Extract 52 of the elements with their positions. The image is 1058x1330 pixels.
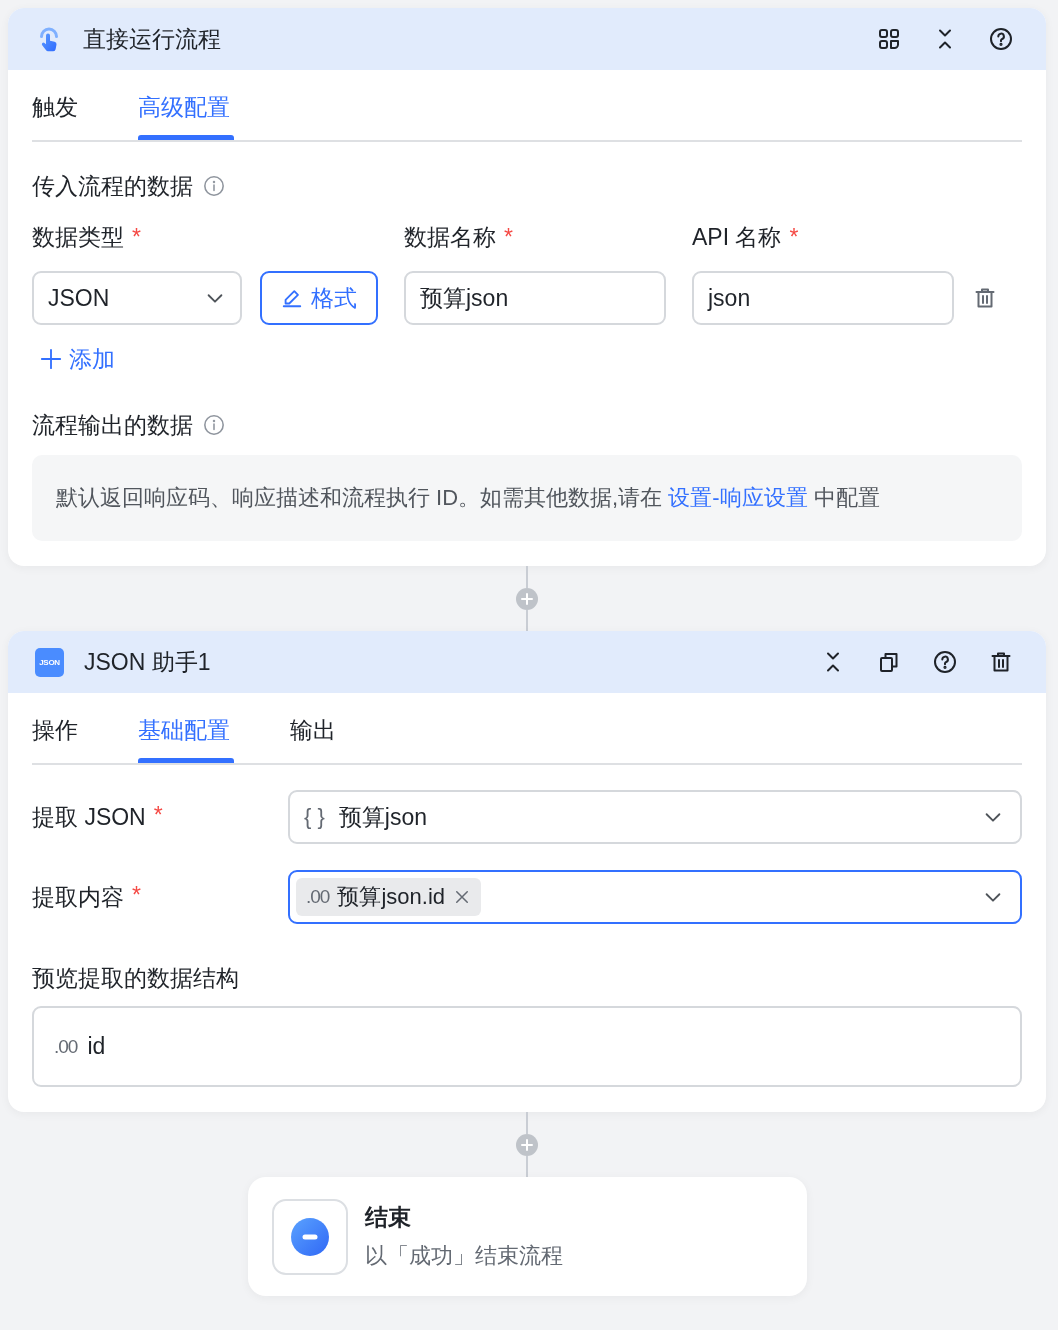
grid-icon[interactable]: [877, 27, 901, 51]
close-icon[interactable]: [453, 888, 471, 906]
response-settings-link[interactable]: 设置-响应设置: [668, 485, 808, 510]
section-title: 流程输出的数据: [32, 411, 193, 440]
tab[interactable]: 操作: [32, 693, 82, 763]
tag-label: 预算json.id: [337, 883, 445, 911]
column-label: API 名称: [692, 223, 782, 252]
node-title: 直接运行流程: [83, 24, 222, 54]
section-title: 传入流程的数据: [32, 172, 193, 201]
format-button[interactable]: 格式: [260, 271, 378, 325]
copy-icon[interactable]: [877, 650, 901, 674]
required-mark: *: [132, 881, 141, 910]
data-name-input[interactable]: 预算json: [404, 271, 666, 325]
connector-line: [526, 1112, 528, 1134]
tab[interactable]: 基础配置: [138, 693, 234, 763]
data-type-select[interactable]: JSON: [32, 271, 242, 325]
plus-icon: [40, 348, 62, 370]
number-type-symbol: .00: [54, 1035, 78, 1058]
required-mark: *: [132, 223, 141, 252]
tab[interactable]: 触发: [32, 70, 82, 140]
node-description: 以「成功」结束流程: [364, 1242, 563, 1270]
connector-line: [526, 609, 528, 631]
add-button[interactable]: 添加: [40, 345, 115, 373]
connector-line: [526, 1155, 528, 1177]
json-select[interactable]: { } 预算json: [288, 790, 1022, 844]
info-icon: [203, 175, 225, 197]
output-note: 默认返回响应码、响应描述和流程执行 ID。如需其他数据,请在 设置-响应设置 中配置: [56, 484, 880, 512]
required-mark: *: [153, 801, 163, 830]
help-icon[interactable]: [933, 650, 957, 674]
column-label: 数据名称: [404, 223, 496, 252]
select-value: 预算json: [338, 802, 427, 832]
number-type-symbol: .00: [306, 886, 330, 908]
connector-line: [526, 566, 528, 588]
pencil-icon: [281, 287, 303, 309]
object-type-symbol: { }: [304, 804, 325, 830]
tab[interactable]: 输出: [290, 693, 340, 763]
node-title: 结束: [364, 1203, 412, 1232]
required-mark: *: [789, 223, 799, 252]
json-logo: JSON: [35, 647, 64, 677]
field-name: id: [87, 1033, 106, 1060]
help-icon[interactable]: [989, 27, 1013, 51]
node-title: JSON 助手1: [84, 647, 212, 677]
section-title: 预览提取的数据结构: [32, 964, 239, 993]
content-select[interactable]: .00 预算json.id: [288, 870, 1022, 924]
api-name-input[interactable]: json: [692, 271, 954, 325]
column-label: 数据类型: [32, 223, 124, 252]
required-mark: *: [504, 223, 513, 252]
field-label: 提取内容: [32, 882, 124, 912]
trash-icon[interactable]: [989, 650, 1013, 674]
field-label: 提取 JSON: [32, 802, 146, 832]
tab[interactable]: 高级配置: [138, 70, 234, 140]
info-icon: [203, 414, 225, 436]
